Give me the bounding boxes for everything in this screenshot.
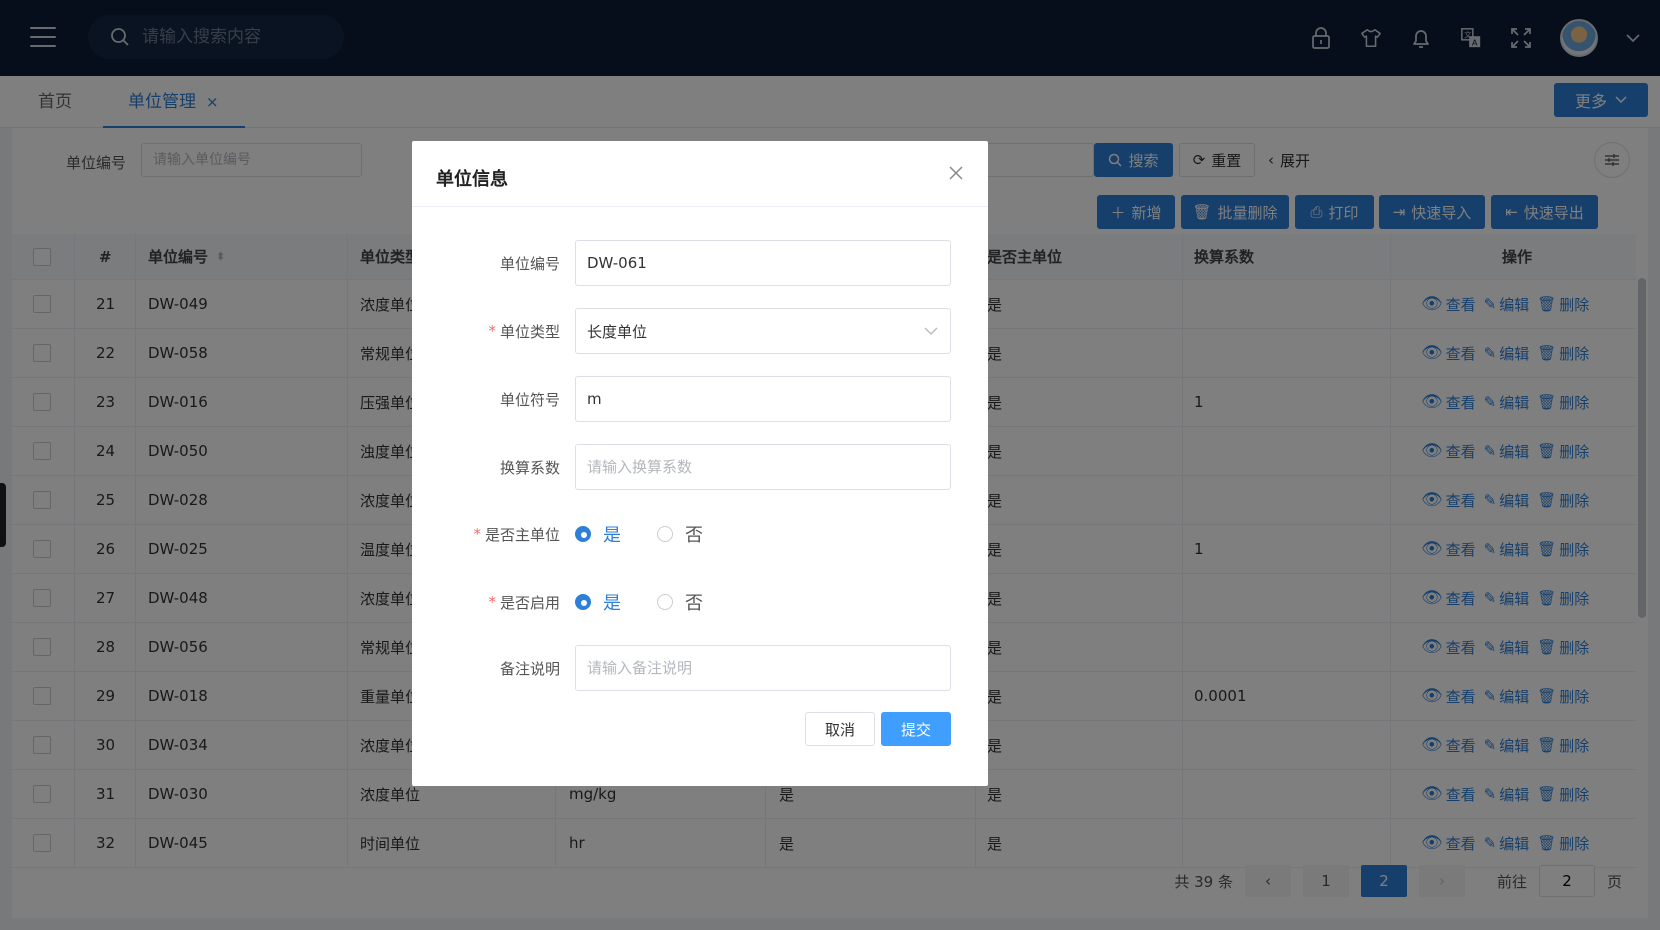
remark-label: 备注说明	[499, 659, 560, 678]
symbol-input[interactable]	[575, 376, 951, 422]
unit-info-dialog: 单位信息 单位编号 *单位类型 长度单位 单位符号 换算系数 *是否主单位 是 …	[412, 141, 988, 786]
radio-label: 是	[603, 593, 621, 614]
factor-input[interactable]	[575, 444, 951, 490]
main-unit-yes-radio[interactable]: 是	[575, 521, 621, 547]
code-input[interactable]	[575, 240, 951, 286]
drawer-handle[interactable]	[0, 483, 6, 547]
radio-label: 否	[685, 593, 703, 614]
code-label: 单位编号	[499, 254, 560, 273]
submit-button[interactable]: 提交	[881, 712, 951, 746]
type-select[interactable]: 长度单位	[575, 308, 951, 354]
enabled-yes-radio[interactable]: 是	[575, 589, 621, 615]
symbol-label: 单位符号	[499, 390, 560, 409]
main-unit-label: 是否主单位	[484, 525, 560, 544]
dialog-title: 单位信息	[436, 169, 508, 190]
type-label: 单位类型	[499, 322, 560, 341]
radio-label: 是	[603, 525, 621, 546]
factor-label: 换算系数	[499, 458, 560, 477]
remark-input[interactable]	[575, 645, 951, 691]
enabled-no-radio[interactable]: 否	[657, 589, 703, 615]
radio-label: 否	[685, 525, 703, 546]
main-unit-no-radio[interactable]: 否	[657, 521, 703, 547]
type-value: 长度单位	[587, 322, 648, 341]
chevron-down-icon	[924, 327, 938, 335]
cancel-button[interactable]: 取消	[805, 712, 875, 746]
close-icon[interactable]	[946, 163, 966, 183]
enabled-label: 是否启用	[499, 593, 560, 612]
